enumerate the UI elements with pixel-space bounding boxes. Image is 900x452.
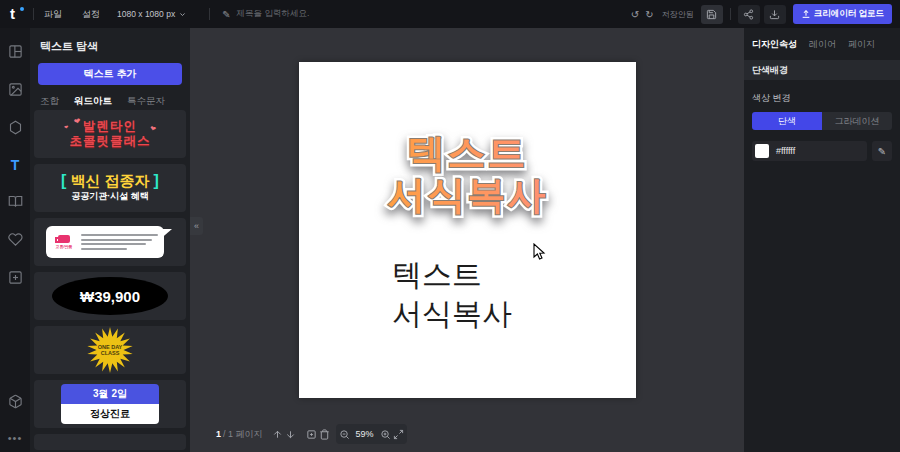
- download-icon: [769, 9, 780, 20]
- top-bar: t 파일 설정 1080 x 1080 px ✎ 제목을 입력하세요. ↺ ↻ …: [0, 0, 900, 28]
- download-button[interactable]: [764, 5, 786, 24]
- divider: [730, 8, 731, 20]
- book-icon[interactable]: [8, 194, 23, 209]
- heart-decoration: ❤: [64, 124, 69, 131]
- gift-box-icon[interactable]: [8, 394, 23, 409]
- tab-pages[interactable]: 페이지: [848, 38, 875, 51]
- speech-bubble: 교환/반품: [46, 226, 164, 258]
- eyedropper-button[interactable]: ✎: [872, 141, 892, 161]
- text-tool-icon[interactable]: T: [11, 158, 20, 173]
- color-swatch[interactable]: [755, 144, 769, 158]
- gradient-toggle[interactable]: 그라데이션: [822, 112, 892, 130]
- divider: [209, 8, 210, 20]
- panel-title: 텍스트 탐색: [30, 28, 190, 54]
- color-hex-input[interactable]: #ffffff: [752, 141, 867, 161]
- zoom-level[interactable]: 59%: [351, 429, 379, 439]
- tab-design-properties[interactable]: 디자인속성: [752, 38, 797, 51]
- page-up-button[interactable]: [271, 429, 284, 440]
- wordart-item-oneday[interactable]: ONE DAYCLASS: [34, 326, 186, 374]
- wordart-item-partial[interactable]: [34, 434, 186, 450]
- solid-toggle[interactable]: 단색: [752, 112, 822, 130]
- zoom-controls: 59%: [336, 424, 407, 444]
- ribbon-icon: [58, 235, 70, 243]
- color-change-label: 색상 변경: [744, 80, 900, 112]
- undo-icon[interactable]: ↺: [628, 9, 642, 20]
- tab-layers[interactable]: 레이어: [809, 38, 836, 51]
- title-placeholder[interactable]: 제목을 입력하세요.: [237, 8, 310, 20]
- menu-file[interactable]: 파일: [34, 8, 72, 21]
- zoom-out-button[interactable]: [338, 429, 351, 440]
- menu-settings[interactable]: 설정: [72, 8, 110, 21]
- upload-icon: [801, 9, 811, 19]
- share-icon: [743, 9, 754, 20]
- template-icon[interactable]: [8, 44, 23, 59]
- page-total: / 1 페이지: [223, 428, 263, 441]
- logo-dot: [20, 7, 24, 11]
- share-button[interactable]: [738, 5, 760, 24]
- add-text-button[interactable]: 텍스트 추가: [38, 63, 182, 85]
- page-current: 1: [216, 429, 221, 439]
- upload-file-icon[interactable]: [8, 270, 23, 285]
- zoom-out-icon: [339, 429, 350, 440]
- save-button[interactable]: [701, 5, 723, 24]
- design-canvas[interactable]: 텍스트텍스트텍스트 서식복사서식복사서식복사 텍스트 서식복사: [299, 62, 636, 398]
- page-down-button[interactable]: [284, 429, 297, 440]
- text-panel: 텍스트 탐색 텍스트 추가 조합 워드아트 특수문자 발렌타인초콜릿클래스 ❤ …: [30, 28, 190, 452]
- plain-text[interactable]: 텍스트 서식복사: [392, 255, 512, 333]
- more-menu-icon[interactable]: •••: [8, 432, 23, 444]
- fill-type-toggle: 단색 그라데이션: [752, 112, 892, 130]
- arrow-down-icon: [285, 429, 296, 440]
- mouse-cursor: [533, 243, 547, 261]
- edit-title-icon[interactable]: ✎: [222, 9, 230, 20]
- canvas-toolbar: 1 / 1 페이지 59%: [216, 424, 407, 444]
- section-solid-background: 단색배경: [744, 60, 900, 80]
- wordart-item-vaccine[interactable]: [백신 접종자] 공공기관·시설 혜택: [34, 164, 186, 212]
- zoom-in-button[interactable]: [379, 429, 392, 440]
- elements-icon[interactable]: [8, 120, 23, 135]
- wordart-item-schedule[interactable]: 3월 2일 정상진료: [34, 380, 186, 428]
- canvas-area: 텍스트텍스트텍스트 서식복사서식복사서식복사 텍스트 서식복사 1 / 1 페이…: [190, 28, 745, 452]
- photo-icon[interactable]: [8, 82, 23, 97]
- arrow-up-icon: [272, 429, 283, 440]
- delete-page-button[interactable]: [318, 429, 331, 440]
- redo-icon[interactable]: ↻: [642, 9, 656, 20]
- wordart-item-notice[interactable]: 교환/반품: [34, 218, 186, 266]
- add-page-button[interactable]: [305, 429, 318, 440]
- heart-icon[interactable]: [8, 232, 23, 247]
- add-page-icon: [306, 429, 317, 440]
- wordart-item-valentine[interactable]: 발렌타인초콜릿클래스 ❤ ❤ ❤: [34, 110, 186, 158]
- save-status: 저장안됨: [662, 9, 694, 20]
- chevron-down-icon: [179, 11, 186, 18]
- fit-screen-button[interactable]: [392, 429, 405, 440]
- wordart-text[interactable]: 텍스트텍스트텍스트 서식복사서식복사서식복사: [299, 132, 636, 216]
- wordart-item-price[interactable]: ₩39,900: [34, 272, 186, 320]
- app-logo[interactable]: t: [10, 4, 29, 24]
- trash-icon: [319, 429, 330, 440]
- zoom-in-icon: [380, 429, 391, 440]
- properties-panel: 디자인속성 레이어 페이지 단색배경 색상 변경 단색 그라데이션 #fffff…: [744, 28, 900, 452]
- creator-upload-button[interactable]: 크리에이터 업로드: [793, 4, 892, 24]
- heart-decoration: ❤: [73, 116, 82, 126]
- fullscreen-icon: [393, 429, 404, 440]
- heart-decoration: ❤: [149, 124, 157, 133]
- canvas-size-select[interactable]: 1080 x 1080 px: [110, 9, 193, 19]
- left-icon-rail: T •••: [0, 28, 30, 452]
- collapse-panel-button[interactable]: «: [190, 217, 203, 235]
- save-icon: [706, 9, 717, 20]
